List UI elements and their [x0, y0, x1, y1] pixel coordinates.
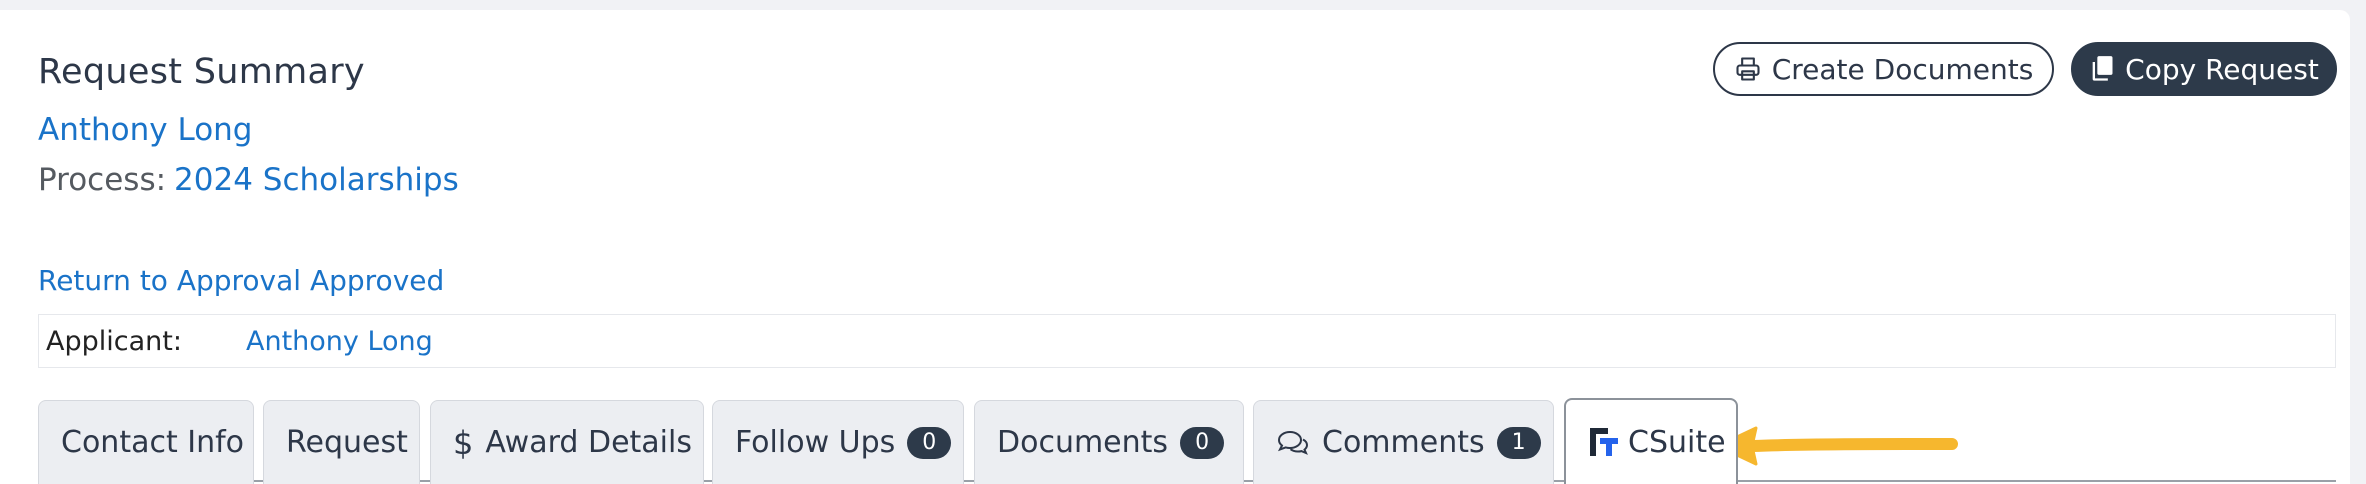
tab-label: Comments — [1322, 425, 1485, 460]
applicant-value-link[interactable]: Anthony Long — [246, 326, 433, 357]
tab-label: Contact Info — [61, 425, 245, 460]
tab-label: CSuite — [1628, 424, 1726, 460]
tab-request[interactable]: Request — [263, 400, 420, 484]
tab-comments[interactable]: Comments 1 — [1253, 400, 1554, 484]
comments-count-badge: 1 — [1496, 426, 1541, 459]
create-documents-label: Create Documents — [1771, 52, 2034, 86]
printer-icon — [1734, 55, 1762, 83]
process-link[interactable]: 2024 Scholarships — [174, 162, 459, 198]
pointer-arrow-annotation — [1716, 426, 1958, 466]
return-to-approval-link[interactable]: Return to Approval Approved — [38, 264, 444, 297]
process-label: Process: — [38, 162, 167, 198]
tab-award-details[interactable]: $ Award Details — [430, 400, 704, 484]
tab-follow-ups[interactable]: Follow Ups 0 — [712, 400, 964, 484]
comments-icon — [1276, 429, 1310, 457]
csuite-logo-icon — [1588, 426, 1620, 458]
tab-label: Documents — [997, 425, 1169, 460]
tab-label: Award Details — [485, 425, 692, 460]
copy-icon — [2089, 55, 2115, 83]
copy-request-label: Copy Request — [2125, 52, 2319, 86]
documents-count-badge: 0 — [1180, 426, 1225, 459]
applicant-name-link[interactable]: Anthony Long — [38, 112, 253, 148]
tab-documents[interactable]: Documents 0 — [974, 400, 1244, 484]
tab-contact-info[interactable]: Contact Info — [38, 400, 254, 484]
tab-csuite[interactable]: CSuite — [1564, 398, 1738, 484]
tab-label: Request — [286, 425, 408, 460]
applicant-label: Applicant: — [46, 325, 182, 357]
copy-request-button[interactable]: Copy Request — [2071, 42, 2337, 96]
applicant-row: Applicant: Anthony Long — [38, 314, 2336, 368]
follow-ups-count-badge: 0 — [907, 426, 952, 459]
create-documents-button[interactable]: Create Documents — [1713, 42, 2054, 96]
page-title: Request Summary — [38, 52, 365, 92]
tab-label: Follow Ups — [735, 425, 896, 460]
process-line: Process: 2024 Scholarships — [38, 162, 459, 198]
dollar-icon: $ — [453, 423, 474, 462]
